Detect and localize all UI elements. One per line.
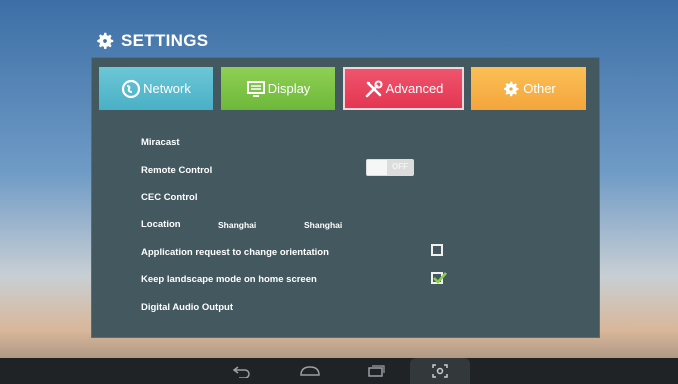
gear-icon xyxy=(504,81,519,96)
setting-miracast[interactable]: Miracast xyxy=(141,137,180,148)
gear-icon xyxy=(97,32,114,49)
tab-other[interactable]: Other xyxy=(471,67,586,110)
monitor-icon xyxy=(246,80,265,97)
setting-remote-control[interactable]: Remote Control xyxy=(141,165,212,176)
toggle-state: OFF xyxy=(392,162,408,171)
screenshot-icon xyxy=(432,364,448,378)
tab-display-label: Display xyxy=(267,81,311,96)
tab-network[interactable]: Network xyxy=(99,67,213,110)
setting-landscape[interactable]: Keep landscape mode on home screen xyxy=(141,274,317,285)
navigation-bar xyxy=(0,358,678,384)
globe-icon xyxy=(122,79,141,98)
setting-orientation[interactable]: Application request to change orientatio… xyxy=(141,247,329,258)
screenshot-button[interactable] xyxy=(426,362,454,380)
recent-apps-button[interactable] xyxy=(362,362,390,380)
tab-advanced[interactable]: Advanced xyxy=(343,67,464,110)
location-value-1: Shanghai xyxy=(218,220,257,230)
setting-location[interactable]: Location xyxy=(141,219,181,230)
home-icon xyxy=(300,366,320,376)
landscape-checkbox[interactable] xyxy=(431,272,447,284)
recent-apps-icon xyxy=(368,365,385,377)
tab-network-label: Network xyxy=(143,81,191,96)
back-icon xyxy=(232,366,250,378)
toggle-knob xyxy=(367,160,387,175)
tab-display[interactable]: Display xyxy=(221,67,335,110)
tab-other-label: Other xyxy=(523,81,556,96)
tab-advanced-label: Advanced xyxy=(385,81,444,96)
home-button[interactable] xyxy=(296,362,324,380)
checkmark-icon xyxy=(433,272,447,284)
back-button[interactable] xyxy=(228,362,256,380)
remote-control-toggle[interactable]: OFF xyxy=(366,159,414,176)
page-title: SETTINGS xyxy=(121,31,209,50)
setting-digital-audio[interactable]: Digital Audio Output xyxy=(141,302,233,313)
orientation-checkbox[interactable] xyxy=(431,244,443,256)
location-value-2: Shanghai xyxy=(304,220,343,230)
tools-icon xyxy=(365,80,383,97)
settings-header: SETTINGS xyxy=(94,28,208,54)
setting-cec-control[interactable]: CEC Control xyxy=(141,192,197,203)
